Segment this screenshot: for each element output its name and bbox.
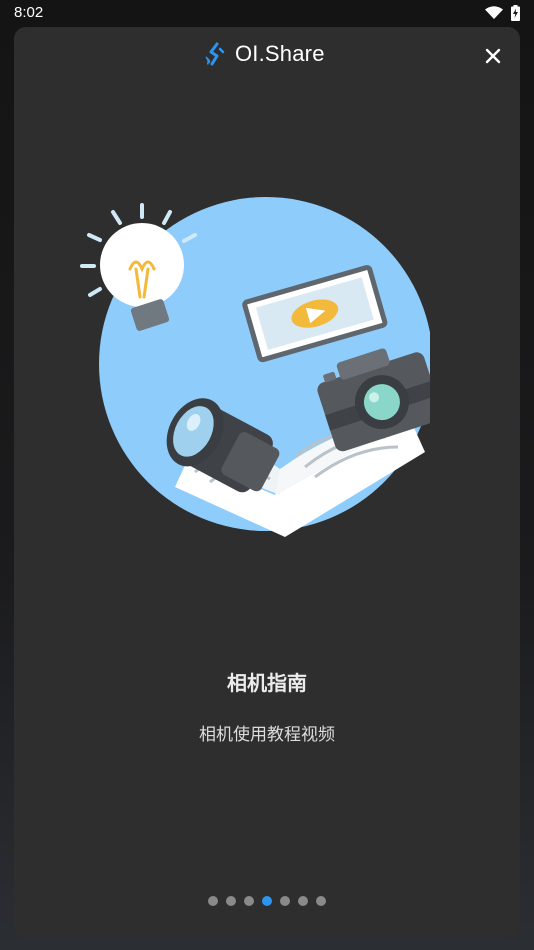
app-brand: OI.Share — [205, 41, 325, 67]
onboarding-card: OI.Share 相机指南 相机使用教程视频 — [14, 27, 520, 937]
page-dot-1[interactable] — [208, 896, 218, 906]
status-time: 8:02 — [14, 4, 44, 21]
wifi-icon — [485, 6, 503, 19]
page-dot-5[interactable] — [280, 896, 290, 906]
page-dot-7[interactable] — [316, 896, 326, 906]
battery-charging-icon — [511, 5, 520, 21]
status-icons — [485, 5, 520, 21]
oi-share-logo-icon — [205, 42, 225, 66]
page-dot-2[interactable] — [226, 896, 236, 906]
camera-guide-illustration — [80, 197, 430, 537]
app-name: OI.Share — [235, 41, 325, 66]
status-bar: 8:02 — [0, 0, 534, 27]
close-icon — [485, 48, 501, 64]
page-dot-6[interactable] — [298, 896, 308, 906]
page-dot-3[interactable] — [244, 896, 254, 906]
page-indicator — [14, 896, 520, 906]
card-header: OI.Share — [14, 41, 520, 71]
close-button[interactable] — [480, 43, 506, 69]
slide-title: 相机指南 — [227, 671, 307, 695]
slide-subtitle: 相机使用教程视频 — [199, 725, 335, 745]
page-dot-4-active[interactable] — [262, 896, 272, 906]
